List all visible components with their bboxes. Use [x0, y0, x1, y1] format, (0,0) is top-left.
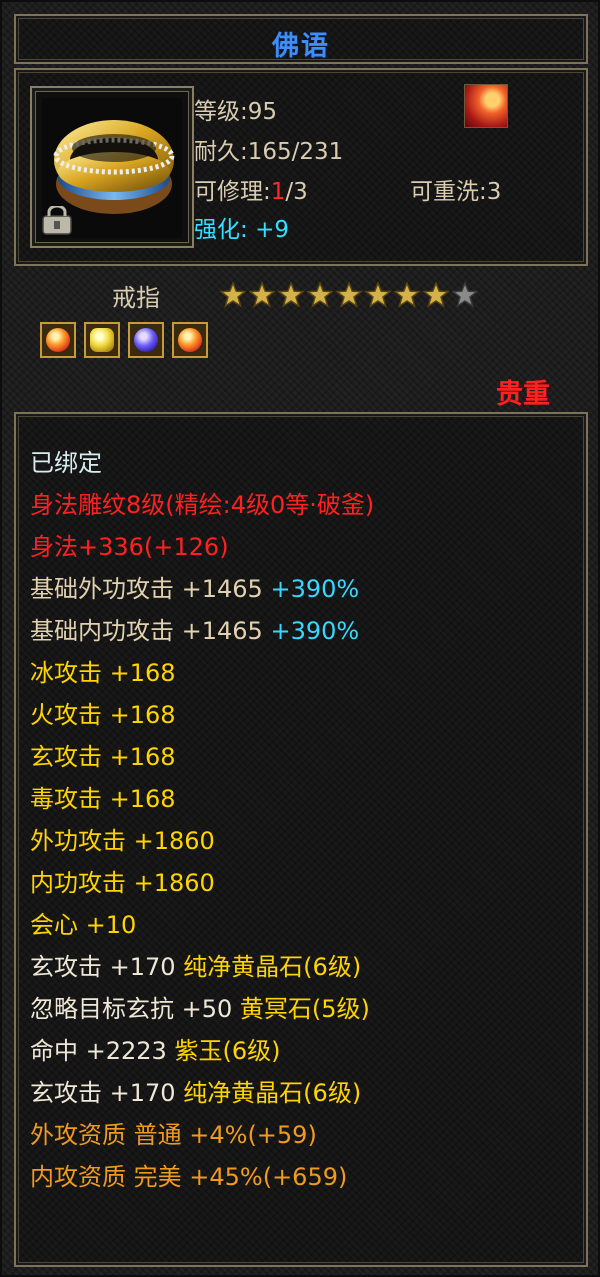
enhance-row: 强化: +9	[194, 210, 289, 244]
external-aptitude-stat: 外攻资质 普通 +4%(+59)	[30, 1121, 317, 1149]
fire-attack-stat: 火攻击 +168	[30, 701, 176, 729]
gem-slots	[40, 322, 208, 358]
base-internal-attack-label: 基础内功攻击 +1465	[30, 617, 271, 645]
gem-stat-4: 玄攻击 +170 纯净黄晶石(6级)	[30, 1072, 576, 1114]
star-filled-icon	[394, 282, 420, 308]
star-filled-icon	[365, 282, 391, 308]
crit-stat: 会心 +10	[30, 911, 137, 939]
gem-stat-4-value: 玄攻击 +170	[30, 1079, 184, 1107]
fire-element-icon	[464, 84, 508, 128]
mystic-attack-stat: 玄攻击 +168	[30, 743, 176, 771]
repair-current: 1	[270, 179, 286, 205]
gem-stat-4-name: 纯净黄晶石(6级)	[183, 1079, 362, 1107]
repair-max: /3	[285, 179, 308, 205]
level-row: 等级:95	[194, 92, 277, 126]
base-internal-attack-stat: 基础内功攻击 +1465 +390%	[30, 610, 576, 652]
internal-aptitude-stat: 内攻资质 完美 +45%(+659)	[30, 1163, 348, 1191]
repair-label: 可修理:	[194, 179, 271, 205]
gem-stat-3: 命中 +2223 紫玉(6级)	[30, 1030, 576, 1072]
reforge-value: 3	[486, 179, 502, 205]
gem-stat-1: 玄攻击 +170 纯净黄晶石(6级)	[30, 946, 576, 988]
gem-stat-2-value: 忽略目标玄抗 +50	[30, 995, 240, 1023]
rarity-label: 贵重	[496, 379, 550, 410]
external-attack-stat: 外功攻击 +1860	[30, 827, 215, 855]
item-info-panel: 等级:95 耐久:165/231 可修理:1/3 可重洗:3 强化: +9	[14, 68, 588, 266]
level-label: 等级:	[194, 99, 248, 125]
star-filled-icon	[220, 282, 246, 308]
bound-lock-icon	[42, 206, 72, 235]
durability-value: 165/231	[247, 139, 344, 165]
enhance-label: 强化:	[194, 217, 256, 243]
item-type: 戒指	[112, 284, 160, 312]
repair-row: 可修理:1/3	[194, 172, 308, 206]
stats-list: 已绑定 身法雕纹8级(精绘:4级0等·破釜) 身法+336(+126) 基础外功…	[30, 442, 576, 1198]
stats-panel: 已绑定 身法雕纹8级(精绘:4级0等·破釜) 身法+336(+126) 基础外功…	[14, 412, 588, 1267]
fire-gem-icon	[40, 322, 76, 358]
reforge-row: 可重洗:3	[410, 172, 501, 206]
fire-gem-icon	[172, 322, 208, 358]
gem-stat-2-name: 黄冥石(5级)	[239, 995, 370, 1023]
ice-attack-stat: 冰攻击 +168	[30, 659, 176, 687]
star-rating	[220, 282, 478, 310]
agility-stat: 身法+336(+126)	[30, 533, 229, 561]
item-icon-frame	[30, 86, 194, 248]
gold-gem-icon	[84, 322, 120, 358]
poison-attack-stat: 毒攻击 +168	[30, 785, 176, 813]
durability-row: 耐久:165/231	[194, 132, 343, 166]
star-filled-icon	[278, 282, 304, 308]
gem-stat-1-name: 纯净黄晶石(6级)	[183, 953, 362, 981]
gem-stat-3-name: 紫玉(6级)	[174, 1037, 281, 1065]
star-filled-icon	[336, 282, 362, 308]
star-empty-icon	[452, 282, 478, 308]
reforge-label: 可重洗:	[410, 179, 487, 205]
base-external-attack-label: 基础外功攻击 +1465	[30, 575, 271, 603]
star-filled-icon	[307, 282, 333, 308]
base-external-attack-stat: 基础外功攻击 +1465 +390%	[30, 568, 576, 610]
gem-stat-1-value: 玄攻击 +170	[30, 953, 184, 981]
gem-stat-3-value: 命中 +2223	[30, 1037, 175, 1065]
item-name: 佛语	[272, 31, 330, 62]
type-panel: 戒指 贵重	[14, 268, 588, 410]
gem-stat-2: 忽略目标玄抗 +50 黄冥石(5级)	[30, 988, 576, 1030]
purple-gem-icon	[128, 322, 164, 358]
durability-label: 耐久:	[194, 139, 248, 165]
base-external-attack-percent: +390%	[270, 575, 360, 603]
title-bar: 佛语	[14, 14, 588, 64]
star-filled-icon	[249, 282, 275, 308]
bound-status: 已绑定	[30, 449, 102, 477]
base-internal-attack-percent: +390%	[270, 617, 360, 645]
enhance-value: +9	[255, 217, 289, 243]
level-value: 95	[247, 99, 278, 125]
star-filled-icon	[423, 282, 449, 308]
engrave-stat: 身法雕纹8级(精绘:4级0等·破釜)	[30, 491, 375, 519]
internal-attack-stat: 内功攻击 +1860	[30, 869, 215, 897]
item-tooltip: 佛语 等级:95 耐久:165/231 可修理:1/3 可重洗:3 强化: +9…	[0, 0, 600, 1277]
